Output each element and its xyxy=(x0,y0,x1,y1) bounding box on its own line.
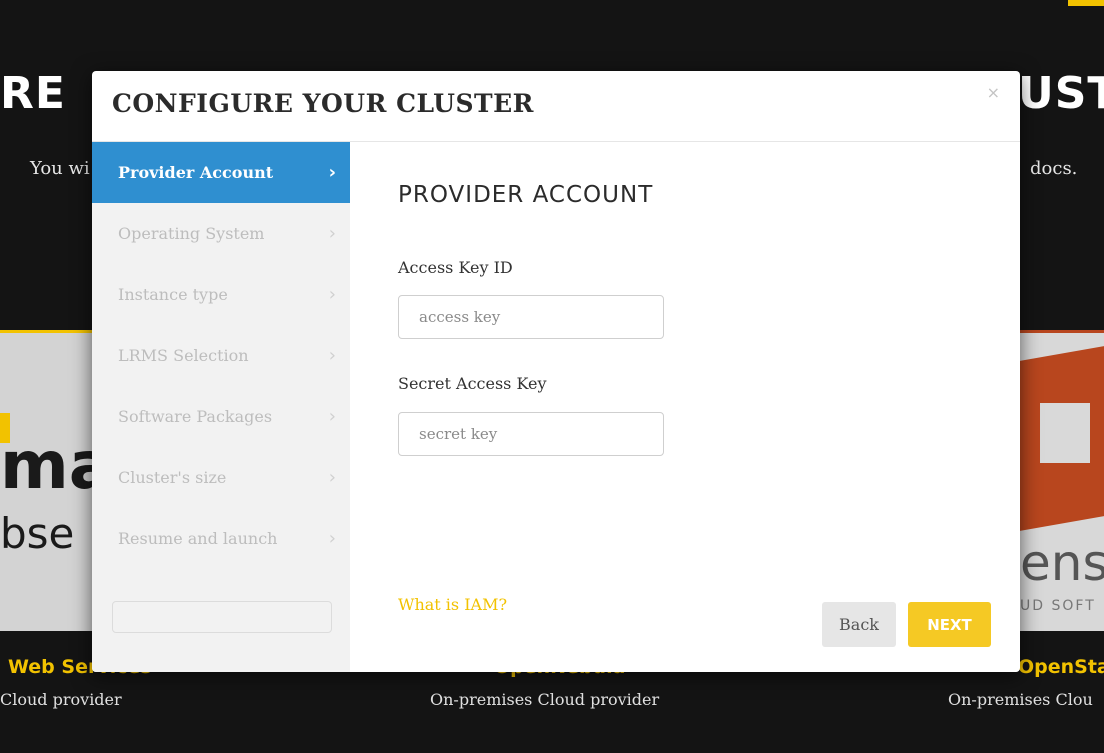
chevron-right-icon: › xyxy=(328,162,336,183)
modal-header: CONFIGURE YOUR CLUSTER × xyxy=(92,71,1020,142)
access-key-label: Access Key ID xyxy=(398,258,513,277)
openstack-logo-text: ens xyxy=(1020,534,1104,592)
chevron-right-icon: › xyxy=(328,528,336,549)
next-button[interactable]: NEXT xyxy=(908,602,991,647)
openstack-logo-subtext: UD SOFT xyxy=(1020,598,1096,614)
provider-desc-aws: Cloud provider xyxy=(0,690,122,709)
step-label: Instance type xyxy=(118,285,228,304)
panel-title: PROVIDER ACCOUNT xyxy=(398,182,654,208)
sidebar-empty-box xyxy=(112,601,332,633)
provider-desc-opennebula: On-premises Cloud provider xyxy=(430,690,660,709)
chevron-right-icon: › xyxy=(328,406,336,427)
background-heading-right: UST xyxy=(1018,68,1104,119)
configure-cluster-modal: CONFIGURE YOUR CLUSTER × Provider Accoun… xyxy=(92,71,1020,672)
what-is-iam-link[interactable]: What is IAM? xyxy=(398,595,507,614)
chevron-right-icon: › xyxy=(328,345,336,366)
step-label: Cluster's size xyxy=(118,468,227,487)
step-cluster-size[interactable]: Cluster's size › xyxy=(92,447,350,508)
step-provider-account[interactable]: Provider Account › xyxy=(92,142,350,203)
background-heading-left: RE xyxy=(0,68,66,119)
step-operating-system[interactable]: Operating System › xyxy=(92,203,350,264)
step-label: Provider Account xyxy=(118,163,274,182)
step-label: Operating System xyxy=(118,224,265,243)
background-accent-bar xyxy=(1068,0,1104,6)
step-label: Software Packages xyxy=(118,407,273,426)
step-label: Resume and launch xyxy=(118,529,278,548)
background-subtitle-left: You wi xyxy=(30,158,90,179)
back-button[interactable]: Back xyxy=(822,602,896,647)
modal-title: CONFIGURE YOUR CLUSTER xyxy=(112,89,534,118)
step-software-packages[interactable]: Software Packages › xyxy=(92,386,350,447)
aws-logo-text: ma xyxy=(0,427,100,504)
chevron-right-icon: › xyxy=(328,223,336,244)
provider-title-openstack: OpenSta xyxy=(1018,656,1104,678)
provider-account-panel: PROVIDER ACCOUNT Access Key ID Secret Ac… xyxy=(350,142,1020,672)
openstack-provider-card[interactable]: ens UD SOFT xyxy=(1010,330,1104,631)
step-resume-and-launch[interactable]: Resume and launch › xyxy=(92,508,350,569)
aws-logo-subtext: bse xyxy=(0,509,75,558)
chevron-right-icon: › xyxy=(328,467,336,488)
secret-key-label: Secret Access Key xyxy=(398,374,547,393)
provider-desc-openstack: On-premises Clou xyxy=(948,690,1093,709)
background-subtitle-right: docs. xyxy=(1030,158,1078,179)
close-icon[interactable]: × xyxy=(987,83,1000,102)
openstack-logo-inner xyxy=(1040,403,1090,463)
step-label: LRMS Selection xyxy=(118,346,249,365)
wizard-steps-sidebar: Provider Account › Operating System › In… xyxy=(92,142,350,672)
access-key-input[interactable] xyxy=(398,295,664,339)
secret-key-input[interactable] xyxy=(398,412,664,456)
aws-provider-card[interactable]: ma bse xyxy=(0,330,100,631)
chevron-right-icon: › xyxy=(328,284,336,305)
step-lrms-selection[interactable]: LRMS Selection › xyxy=(92,325,350,386)
step-instance-type[interactable]: Instance type › xyxy=(92,264,350,325)
